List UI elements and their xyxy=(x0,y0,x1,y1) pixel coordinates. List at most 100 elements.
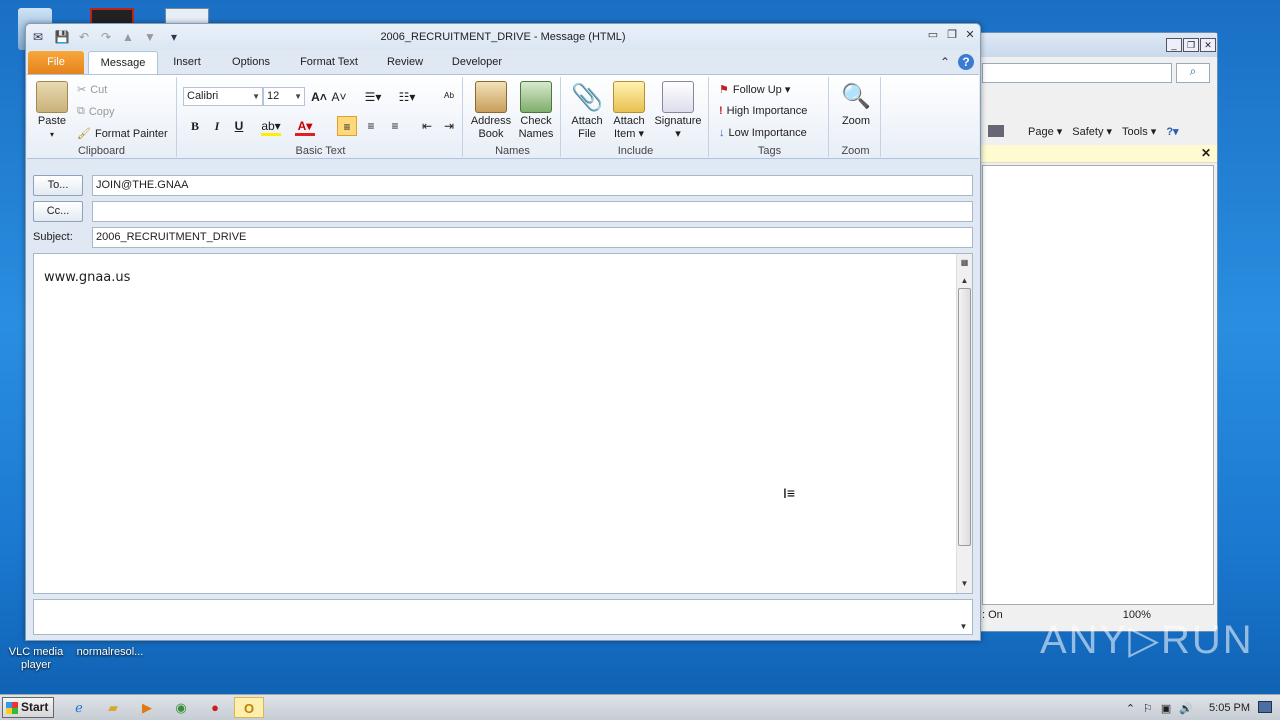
message-body-text[interactable]: www.gnaa.us xyxy=(44,270,130,285)
italic-button[interactable]: I xyxy=(207,116,227,136)
follow-up-button[interactable]: ⚑ Follow Up ▾ xyxy=(719,83,790,96)
close-icon[interactable]: ✕ xyxy=(962,29,978,43)
font-size-select[interactable]: 12 ▼ xyxy=(263,87,305,106)
include-group-label: Include xyxy=(617,145,654,157)
collapse-ribbon-icon[interactable]: ⌃ xyxy=(937,54,953,70)
ie-taskbar-icon[interactable]: ℯ xyxy=(64,697,94,718)
check-names-label: Check Names xyxy=(518,115,554,140)
align-right-icon[interactable]: ≡ xyxy=(385,116,405,136)
outlook-message-window[interactable]: ✉ 💾 ↶ ↷ ▲ ▼ ▾ 2006_RECRUITMENT_DRIVE - M… xyxy=(25,23,981,641)
highlight-icon[interactable]: ab▾ xyxy=(261,116,281,136)
ie-command-bar: Page ▾ Safety ▾ Tools ▾ ?▾ xyxy=(976,119,1217,143)
ie-content-area xyxy=(982,165,1214,605)
tab-insert[interactable]: Insert xyxy=(164,51,210,75)
underline-button[interactable]: U xyxy=(229,116,249,136)
numbering-icon[interactable]: ☷▾ xyxy=(397,87,417,107)
attach-item-button[interactable]: Attach Item ▾ xyxy=(609,81,649,141)
ie-page-menu[interactable]: Page ▾ xyxy=(1028,125,1062,138)
check-names-icon xyxy=(520,81,552,113)
minimize-icon[interactable]: ▭ xyxy=(925,29,941,43)
group-include: 📎 Attach File Attach Item ▾ Signature ▾ … xyxy=(563,77,709,157)
scroll-up-icon[interactable]: ▲ xyxy=(958,274,971,288)
to-button[interactable]: To... xyxy=(33,175,83,196)
ie-window[interactable]: _ ❐ ✕ ⌕ Page ▾ Safety ▾ Tools ▾ ?▾ ✕ : O… xyxy=(975,32,1218,632)
bullets-icon[interactable]: ☰▾ xyxy=(363,87,383,107)
paste-button[interactable]: Paste ▾ xyxy=(35,81,69,141)
help-icon[interactable]: ? xyxy=(958,54,974,70)
check-names-button[interactable]: Check Names xyxy=(515,81,557,141)
media-player-taskbar-icon[interactable]: ▶ xyxy=(132,697,162,718)
normalresol-desktop-icon[interactable]: normalresol... xyxy=(72,646,148,658)
ie-print-icon[interactable] xyxy=(988,125,1004,137)
grow-font-icon[interactable]: A˄ xyxy=(309,87,329,107)
maximize-icon[interactable]: ❐ xyxy=(944,29,960,43)
ie-close-button[interactable]: ✕ xyxy=(1200,38,1216,52)
ie-safety-menu[interactable]: Safety ▾ xyxy=(1072,125,1112,138)
cc-field[interactable] xyxy=(92,201,973,222)
shrink-font-icon[interactable]: A˅ xyxy=(329,87,349,107)
low-importance-button[interactable]: ↓ Low Importance xyxy=(719,127,807,139)
clipboard-group-label: Clipboard xyxy=(77,145,126,157)
ie-help-icon[interactable]: ?▾ xyxy=(1166,125,1178,138)
tab-developer[interactable]: Developer xyxy=(444,51,510,75)
tab-format-text[interactable]: Format Text xyxy=(292,51,366,75)
people-pane-expand-icon[interactable]: ▼ xyxy=(957,620,970,634)
decrease-indent-icon[interactable]: ⇤ xyxy=(417,116,437,136)
subject-field[interactable]: 2006_RECRUITMENT_DRIVE xyxy=(92,227,973,248)
attach-file-button[interactable]: 📎 Attach File xyxy=(567,81,607,141)
action-center-flag-icon[interactable]: ⚐ xyxy=(1143,702,1153,715)
close-icon[interactable]: ✕ xyxy=(1201,146,1211,160)
to-field[interactable]: JOIN@THE.GNAA xyxy=(92,175,973,196)
scroll-thumb[interactable] xyxy=(958,288,971,546)
font-name-select[interactable]: Calibri ▼ xyxy=(183,87,263,106)
show-hidden-icons-icon[interactable]: ⌃ xyxy=(1126,702,1135,715)
show-desktop-icon[interactable] xyxy=(1258,701,1272,713)
outlook-taskbar-icon[interactable]: O xyxy=(234,697,264,718)
chrome-taskbar-icon[interactable]: ◉ xyxy=(166,697,196,718)
explorer-taskbar-icon[interactable]: ▰ xyxy=(98,697,128,718)
clock[interactable]: 5:05 PM xyxy=(1209,702,1250,714)
cc-button[interactable]: Cc... xyxy=(33,201,83,222)
ie-address-bar[interactable] xyxy=(982,63,1172,83)
align-left-icon[interactable]: ≡ xyxy=(337,116,357,136)
bold-button[interactable]: B xyxy=(185,116,205,136)
ie-search-icon[interactable]: ⌕ xyxy=(1176,63,1210,83)
window-titlebar[interactable]: ✉ 💾 ↶ ↷ ▲ ▼ ▾ 2006_RECRUITMENT_DRIVE - M… xyxy=(26,24,980,50)
align-center-icon[interactable]: ≡ xyxy=(361,116,381,136)
people-pane: ▼ xyxy=(33,599,973,635)
ie-minimize-button[interactable]: _ xyxy=(1166,38,1182,52)
cut-label: Cut xyxy=(90,83,108,96)
cut-button[interactable]: ✂ Cut xyxy=(77,83,108,97)
format-painter-button[interactable]: 🖌 Format Painter xyxy=(77,127,168,141)
zoom-button[interactable]: 🔍 Zoom xyxy=(837,81,875,128)
font-color-icon[interactable]: A▾ xyxy=(295,116,315,136)
font-name-value: Calibri xyxy=(187,90,219,102)
message-body-editor[interactable]: www.gnaa.us ▦ ▲ ▼ xyxy=(33,253,973,594)
copy-button[interactable]: ⧉ Copy xyxy=(77,105,115,118)
tab-options[interactable]: Options xyxy=(224,51,278,75)
body-scrollbar[interactable]: ▦ ▲ ▼ xyxy=(956,254,972,593)
ie-titlebar[interactable]: _ ❐ ✕ xyxy=(976,33,1217,57)
signature-button[interactable]: Signature ▾ xyxy=(651,81,705,141)
signature-label: Signature ▾ xyxy=(654,115,702,140)
ie-maximize-button[interactable]: ❐ xyxy=(1183,38,1199,52)
high-importance-button[interactable]: ! High Importance xyxy=(719,105,807,117)
vlc-label: VLC media player xyxy=(8,646,64,671)
ie-tools-menu[interactable]: Tools ▾ xyxy=(1122,125,1156,138)
envelope-icon xyxy=(613,81,645,113)
volume-icon[interactable]: 🔊 xyxy=(1179,702,1193,715)
tab-file[interactable]: File xyxy=(28,51,84,75)
increase-indent-icon[interactable]: ⇥ xyxy=(439,116,459,136)
start-button[interactable]: Start xyxy=(2,697,54,718)
ruler-toggle-icon[interactable]: ▦ xyxy=(958,256,971,270)
vlc-desktop-icon[interactable]: VLC media player xyxy=(8,646,64,672)
tab-message[interactable]: Message xyxy=(88,51,158,75)
scroll-down-icon[interactable]: ▼ xyxy=(958,577,971,591)
clear-formatting-icon[interactable]: ᴬᵇ xyxy=(439,87,459,107)
opera-taskbar-icon[interactable]: ● xyxy=(200,697,230,718)
down-arrow-icon: ↓ xyxy=(719,127,725,139)
address-book-button[interactable]: Address Book xyxy=(469,81,513,141)
tab-review[interactable]: Review xyxy=(380,51,430,75)
text-cursor-icon: I≡ xyxy=(783,485,796,501)
network-icon[interactable]: ▣ xyxy=(1161,702,1171,715)
